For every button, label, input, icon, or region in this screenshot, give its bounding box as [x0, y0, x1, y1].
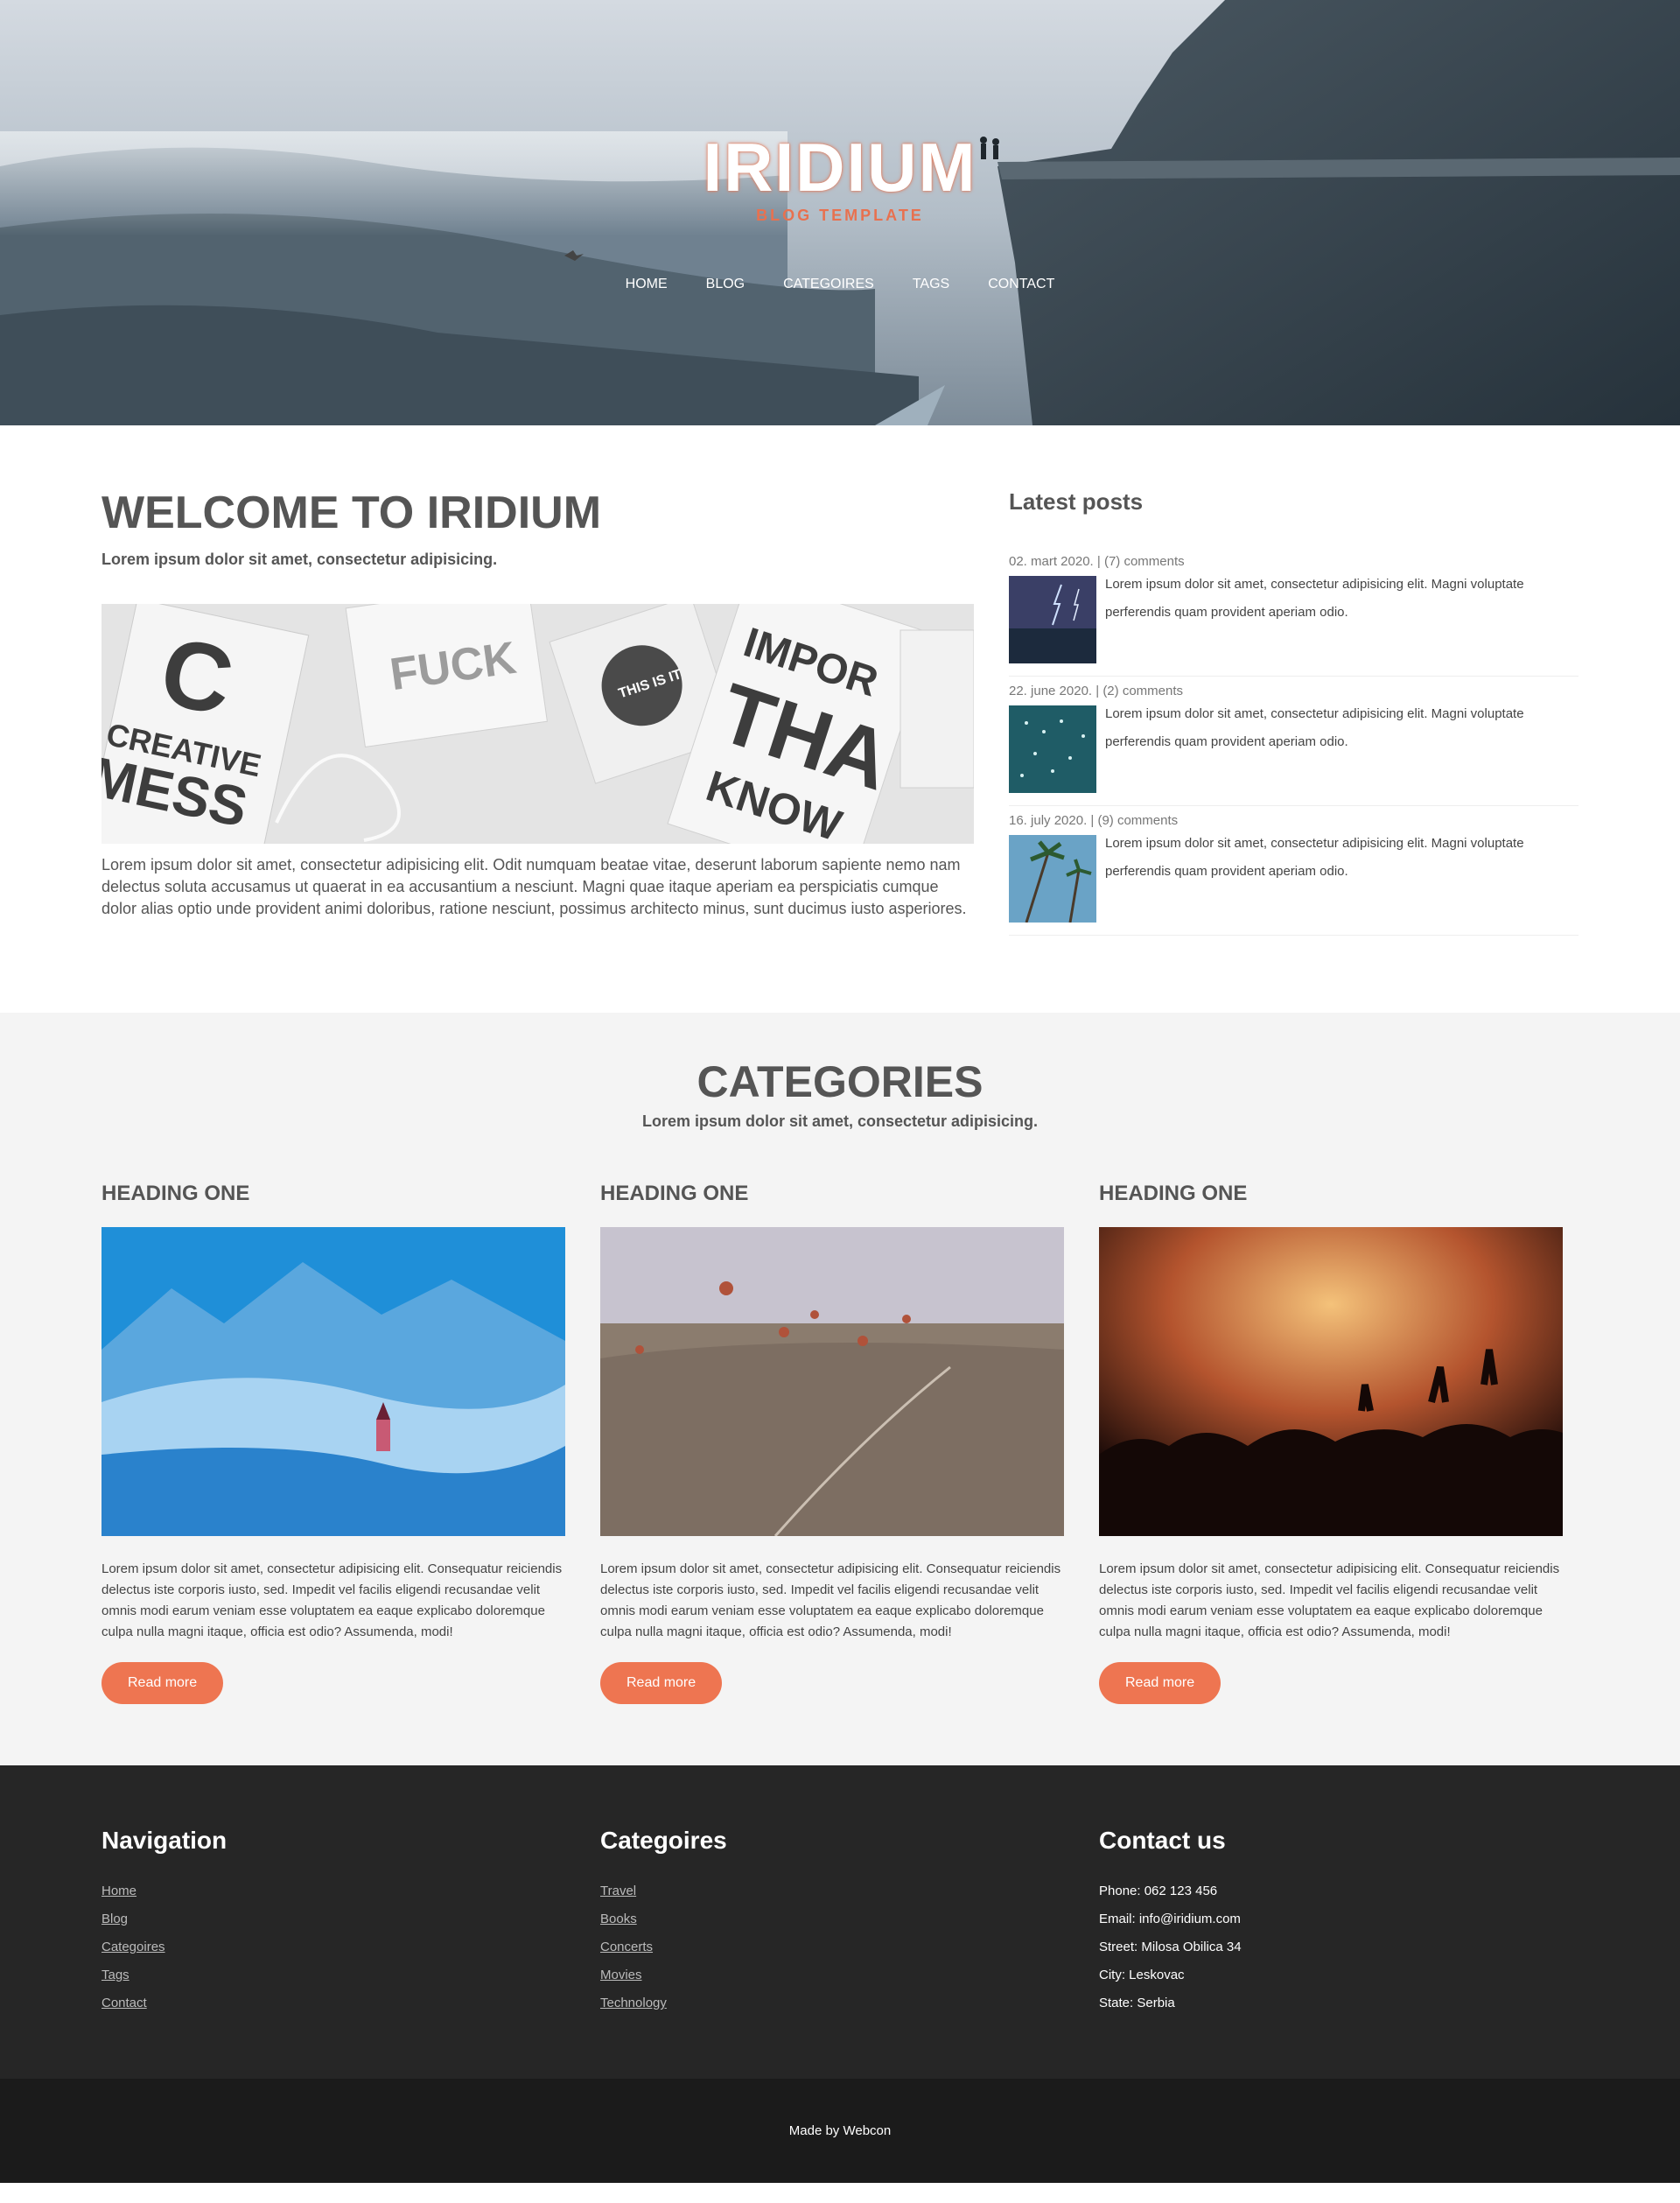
categories-subtitle: Lorem ipsum dolor sit amet, consectetur …	[641, 1112, 1039, 1130]
read-more-button[interactable]: Read more	[1099, 1662, 1222, 1704]
category-text: Lorem ipsum dolor sit amet, consectetur …	[102, 1561, 563, 1639]
main-nav: HOME BLOG CATEGOIRES TAGS CONTACT	[0, 277, 1680, 292]
footer-link-categories[interactable]: Categoires	[102, 1933, 565, 1961]
footer-categories: Categoires Travel Books Concerts Movies …	[600, 1827, 1064, 2017]
footer-link-concerts[interactable]: Concerts	[600, 1933, 1064, 1961]
latest-posts: Latest posts 02. mart 2020. | (7) commen…	[1009, 488, 1578, 943]
latest-post[interactable]: 16. july 2020. | (9) comments Lorem ipsu…	[1009, 813, 1578, 936]
contact-street: Street: Milosa Obilica 34	[1099, 1940, 1242, 1954]
footer-link-books[interactable]: Books	[600, 1905, 1064, 1933]
footer-link-travel[interactable]: Travel	[600, 1877, 1064, 1905]
nav-item-categories[interactable]: CATEGOIRES	[764, 277, 893, 292]
site-subtitle: BLOG TEMPLATE	[756, 207, 924, 224]
category-card: HEADING ONE Lorem ipsum dolor sit amet, …	[102, 1182, 565, 1704]
post-excerpt: Lorem ipsum dolor sit amet, consectetur …	[1105, 836, 1524, 879]
hero-header: IRIDIUM BLOG TEMPLATE HOME BLOG CATEGOIR…	[0, 0, 1680, 425]
category-card: HEADING ONE Lorem ipsum dolor sit amet, …	[1099, 1182, 1563, 1704]
site-title[interactable]: IRIDIUM	[0, 133, 1680, 201]
contact-email: Email: info@iridium.com	[1099, 1912, 1241, 1926]
read-more-button[interactable]: Read more	[600, 1662, 723, 1704]
category-text: Lorem ipsum dolor sit amet, consectetur …	[600, 1561, 1061, 1639]
footer-link-contact[interactable]: Contact	[102, 1989, 565, 2017]
category-heading: HEADING ONE	[600, 1182, 749, 1205]
contact-city: City: Leskovac	[1099, 1968, 1185, 1982]
footer-navigation: Navigation Home Blog Categoires Tags Con…	[102, 1827, 565, 2017]
footer-credit: Made by Webcon	[0, 2079, 1680, 2183]
footer-link-blog[interactable]: Blog	[102, 1905, 565, 1933]
category-grid: HEADING ONE Lorem ipsum dolor sit amet, …	[102, 1182, 1578, 1704]
footer-contact: Contact us Phone: 062 123 456 Email: inf…	[1099, 1827, 1563, 2017]
category-text: Lorem ipsum dolor sit amet, consectetur …	[1099, 1561, 1560, 1639]
contact-state: State: Serbia	[1099, 1996, 1175, 2010]
post-thumbnail[interactable]	[1009, 835, 1096, 923]
category-image[interactable]	[600, 1227, 1064, 1536]
nav-item-home[interactable]: HOME	[606, 277, 687, 292]
post-meta: 02. mart 2020. | (7) comments	[1009, 554, 1185, 569]
contact-phone: Phone: 062 123 456	[1099, 1884, 1218, 1898]
footer-navigation-title: Navigation	[102, 1827, 228, 1854]
latest-post[interactable]: 22. june 2020. | (2) comments Lorem ipsu…	[1009, 684, 1578, 806]
main-content: WELCOME TO IRIDIUM Lorem ipsum dolor sit…	[0, 425, 1680, 1013]
post-excerpt: Lorem ipsum dolor sit amet, consectetur …	[1105, 577, 1524, 620]
footer-link-movies[interactable]: Movies	[600, 1961, 1064, 1989]
category-image[interactable]	[102, 1227, 565, 1536]
nav-item-contact[interactable]: CONTACT	[969, 277, 1074, 292]
brand: IRIDIUM BLOG TEMPLATE	[0, 133, 1680, 225]
footer-link-technology[interactable]: Technology	[600, 1989, 1064, 2017]
post-meta: 22. june 2020. | (2) comments	[1009, 684, 1183, 698]
category-heading: HEADING ONE	[1099, 1182, 1248, 1205]
welcome-lead: Lorem ipsum dolor sit amet, consectetur …	[102, 551, 498, 569]
post-meta: 16. july 2020. | (9) comments	[1009, 813, 1179, 828]
welcome-title: WELCOME TO IRIDIUM	[102, 488, 602, 538]
nav-item-tags[interactable]: TAGS	[893, 277, 969, 292]
nav-item-blog[interactable]: BLOG	[687, 277, 764, 292]
welcome-article: WELCOME TO IRIDIUM Lorem ipsum dolor sit…	[102, 488, 974, 943]
categories-title: CATEGORIES	[696, 1057, 984, 1106]
category-heading: HEADING ONE	[102, 1182, 250, 1205]
category-image[interactable]	[1099, 1227, 1563, 1536]
categories-section: CATEGORIES Lorem ipsum dolor sit amet, c…	[0, 1013, 1680, 1765]
post-excerpt: Lorem ipsum dolor sit amet, consectetur …	[1105, 706, 1524, 749]
post-thumbnail[interactable]	[1009, 576, 1096, 663]
latest-post[interactable]: 02. mart 2020. | (7) comments Lorem ipsu…	[1009, 554, 1578, 677]
footer-link-tags[interactable]: Tags	[102, 1961, 565, 1989]
footer-contact-title: Contact us	[1099, 1827, 1226, 1854]
latest-posts-title: Latest posts	[1009, 488, 1144, 515]
read-more-button[interactable]: Read more	[102, 1662, 224, 1704]
footer-categories-title: Categoires	[600, 1827, 727, 1854]
welcome-body: Lorem ipsum dolor sit amet, consectetur …	[102, 856, 967, 917]
site-footer: Navigation Home Blog Categoires Tags Con…	[0, 1765, 1680, 2079]
category-card: HEADING ONE Lorem ipsum dolor sit amet, …	[600, 1182, 1064, 1704]
welcome-banner-image: C CREATIVE MESS FUCK THIS IS IT IMPOR TH…	[102, 604, 974, 845]
post-thumbnail[interactable]	[1009, 705, 1096, 793]
footer-link-home[interactable]: Home	[102, 1877, 565, 1905]
